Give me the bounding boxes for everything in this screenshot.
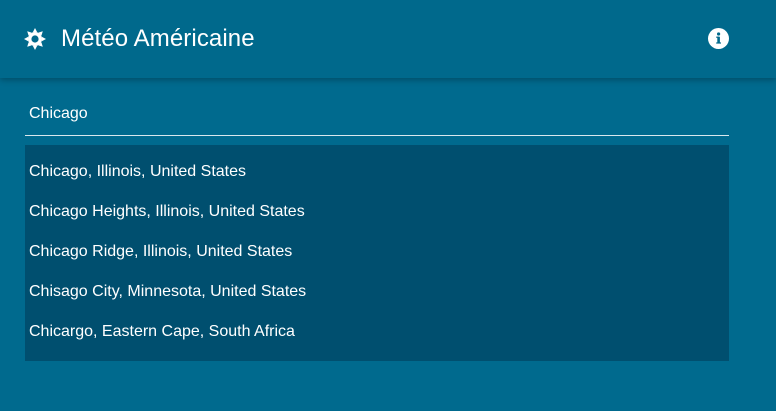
app-title: Météo Américaine <box>61 25 255 52</box>
info-icon[interactable] <box>708 28 729 49</box>
suggestion-item[interactable]: Chicargo, Eastern Cape, South Africa <box>25 312 729 352</box>
suggestion-item[interactable]: Chicago Heights, Illinois, United States <box>25 192 729 232</box>
search-field <box>25 96 729 136</box>
search-input[interactable] <box>25 96 729 132</box>
suggestion-item[interactable]: Chicago, Illinois, United States <box>25 152 729 192</box>
app-window: Météo Américaine Chicago, Illinois, Unit… <box>0 0 776 411</box>
suggestion-item[interactable]: Chicago Ridge, Illinois, United States <box>25 232 729 272</box>
suggestion-item[interactable]: Chisago City, Minnesota, United States <box>25 272 729 312</box>
suggestion-list: Chicago, Illinois, United States Chicago… <box>25 145 729 361</box>
app-header: Météo Américaine <box>0 0 776 78</box>
sun-icon <box>24 28 46 50</box>
